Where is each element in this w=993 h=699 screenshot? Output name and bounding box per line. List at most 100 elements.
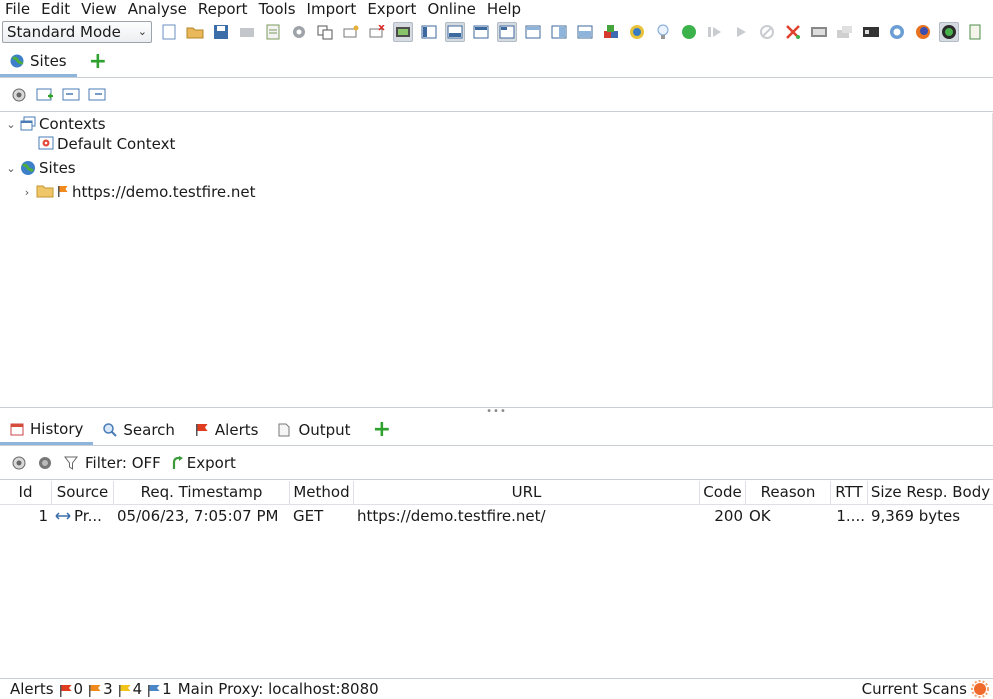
filter-icon[interactable]: [61, 453, 81, 473]
chevron-down-icon[interactable]: ⌄: [4, 118, 18, 131]
active-scan-icon[interactable]: [601, 22, 621, 42]
globe-icon: [20, 160, 36, 176]
cell-source: Pr...: [52, 505, 114, 527]
menu-online[interactable]: Online: [421, 0, 480, 18]
cell-reason: OK: [749, 507, 771, 525]
layout-full-icon[interactable]: [471, 22, 491, 42]
console-icon[interactable]: [861, 22, 881, 42]
continue-icon[interactable]: [731, 22, 751, 42]
tab-history-label: History: [30, 419, 84, 438]
sites-subtoolbar: [0, 79, 993, 112]
add-breakpoint-icon[interactable]: [341, 22, 361, 42]
show-tabs-icon[interactable]: [497, 22, 517, 42]
table-header: Id Source Req. Timestamp Method URL Code…: [0, 481, 993, 505]
open-session-icon[interactable]: [185, 22, 205, 42]
expand-full-icon[interactable]: [575, 22, 595, 42]
tree-node-site[interactable]: › https://demo.testfire.net: [20, 182, 256, 202]
manage-addons-icon[interactable]: [627, 22, 647, 42]
tree-node-contexts[interactable]: ⌄ Contexts: [4, 114, 106, 134]
export-context-icon[interactable]: [87, 85, 107, 105]
export-button[interactable]: Export: [187, 454, 236, 472]
encoder-icon[interactable]: [809, 22, 829, 42]
menu-file[interactable]: File: [0, 0, 35, 18]
notes-icon[interactable]: [965, 22, 985, 42]
target-icon[interactable]: [9, 453, 29, 473]
menu-import[interactable]: Import: [301, 0, 362, 18]
menu-report[interactable]: Report: [192, 0, 253, 18]
column-url[interactable]: URL: [354, 481, 700, 504]
column-source[interactable]: Source: [52, 481, 114, 504]
session-compare-icon[interactable]: [315, 22, 335, 42]
tab-layout-icon[interactable]: [393, 22, 413, 42]
break-all-icon[interactable]: [679, 22, 699, 42]
tab-alerts[interactable]: Alerts: [185, 415, 269, 445]
tab-history[interactable]: History: [0, 415, 94, 445]
session-properties-icon[interactable]: [263, 22, 283, 42]
menu-export[interactable]: Export: [361, 0, 421, 18]
scripts-icon[interactable]: [835, 22, 855, 42]
chevron-down-icon: ⌄: [137, 25, 147, 38]
contexts-icon: [20, 116, 36, 132]
alert-flag-icon: [195, 423, 209, 437]
info-alert-flag-icon: [148, 683, 160, 697]
tab-search[interactable]: Search: [93, 415, 185, 445]
menu-view[interactable]: View: [75, 0, 122, 18]
target-icon[interactable]: [9, 85, 29, 105]
chevron-right-icon[interactable]: ›: [20, 186, 34, 199]
column-method[interactable]: Method: [290, 481, 354, 504]
tab-output[interactable]: Output: [268, 415, 360, 445]
menu-tools[interactable]: Tools: [253, 0, 301, 18]
firefox-icon[interactable]: [913, 22, 933, 42]
folder-icon: [36, 184, 54, 200]
export-icon[interactable]: [171, 456, 183, 470]
menu-help[interactable]: Help: [481, 0, 526, 18]
expand-sites-icon[interactable]: [523, 22, 543, 42]
filter-button[interactable]: Filter: OFF: [85, 454, 161, 472]
new-context-icon[interactable]: [35, 85, 55, 105]
menu-analyse[interactable]: Analyse: [122, 0, 192, 18]
help-icon[interactable]: [887, 22, 907, 42]
menu-edit[interactable]: Edit: [35, 0, 75, 18]
scissors-close-icon[interactable]: [783, 22, 803, 42]
mode-select-value: Standard Mode: [7, 23, 121, 41]
cell-url: https://demo.testfire.net/: [357, 507, 546, 525]
context-icon: [38, 136, 54, 152]
remove-breakpoint-icon[interactable]: [367, 22, 387, 42]
import-context-icon[interactable]: [61, 85, 81, 105]
drop-icon[interactable]: [757, 22, 777, 42]
tab-sites[interactable]: Sites: [0, 47, 77, 77]
new-session-icon[interactable]: [159, 22, 179, 42]
medium-alert-flag-icon: [89, 683, 101, 697]
column-timestamp[interactable]: Req. Timestamp: [114, 481, 290, 504]
hud-icon[interactable]: [939, 22, 959, 42]
scope-icon[interactable]: [35, 453, 55, 473]
sites-tree: ⌄ Contexts Default Context ⌄ Sites › htt…: [0, 113, 993, 407]
gear-icon[interactable]: [289, 22, 309, 42]
add-tab-button[interactable]: +: [361, 415, 403, 445]
status-info-count: 1: [162, 680, 172, 698]
mode-select[interactable]: Standard Mode ⌄: [2, 21, 152, 43]
table-row[interactable]: 1 Pr... 05/06/23, 7:05:07 PM GET https:/…: [0, 505, 993, 527]
sites-tabbar: Sites +: [0, 46, 993, 78]
column-size[interactable]: Size Resp. Body: [868, 481, 993, 504]
tree-node-default-context[interactable]: Default Context: [22, 134, 175, 154]
layout-bottom-icon[interactable]: [445, 22, 465, 42]
tree-node-sites[interactable]: ⌄ Sites: [4, 158, 75, 178]
column-id[interactable]: Id: [0, 481, 52, 504]
chevron-down-icon[interactable]: ⌄: [4, 162, 18, 175]
lightbulb-icon[interactable]: [653, 22, 673, 42]
layout-left-icon[interactable]: [419, 22, 439, 42]
step-icon[interactable]: [705, 22, 725, 42]
column-rtt[interactable]: RTT: [831, 481, 868, 504]
low-alert-flag-icon: [118, 683, 131, 697]
contexts-label: Contexts: [39, 115, 106, 133]
column-code[interactable]: Code: [700, 481, 746, 504]
add-tab-button[interactable]: +: [77, 47, 119, 77]
column-reason[interactable]: Reason: [746, 481, 831, 504]
proxy-arrows-icon: [55, 511, 71, 521]
save-session-icon[interactable]: [211, 22, 231, 42]
expand-info-icon[interactable]: [549, 22, 569, 42]
document-icon: [278, 423, 292, 437]
snapshot-icon[interactable]: [237, 22, 257, 42]
globe-icon: [10, 54, 24, 68]
